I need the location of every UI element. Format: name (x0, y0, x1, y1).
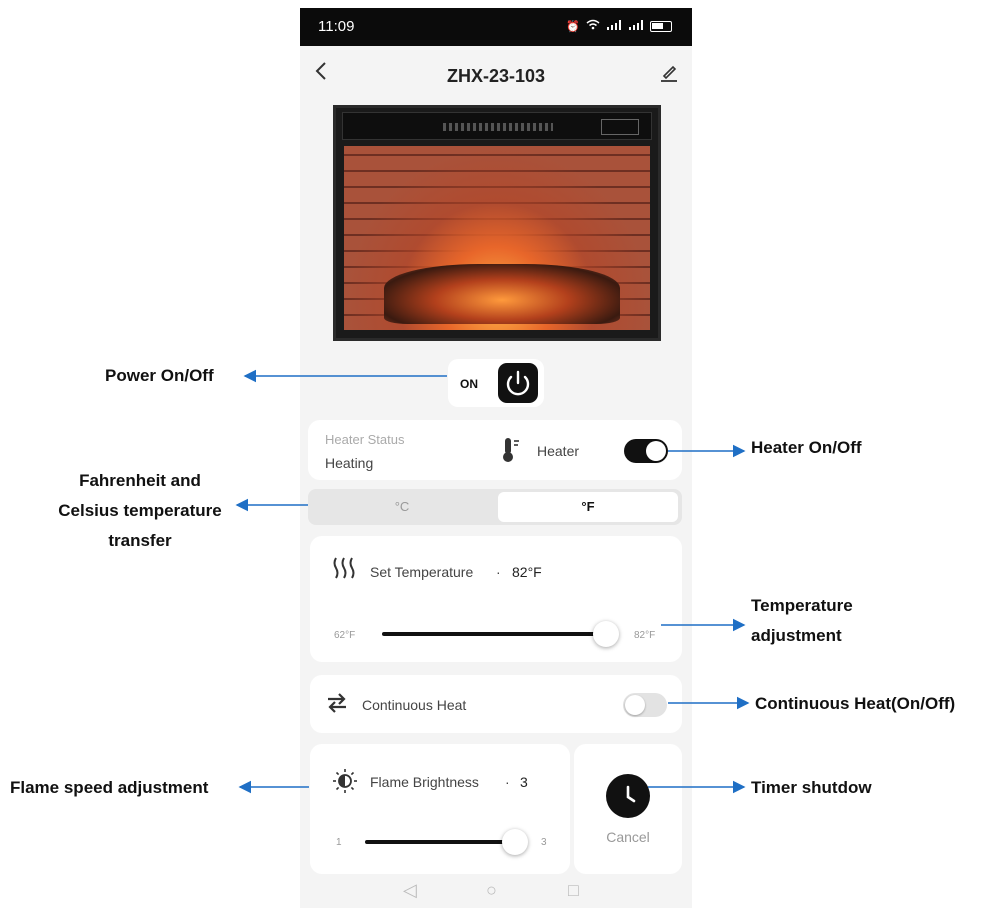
alarm-icon: ⏰ (566, 20, 580, 33)
system-recents-button[interactable]: □ (568, 880, 579, 901)
flame-slider-track[interactable] (365, 840, 515, 844)
temperature-unit-selector: °C °F (308, 489, 682, 525)
wifi-icon (586, 19, 600, 33)
fahrenheit-option[interactable]: °F (498, 492, 678, 522)
annotation-timer: Timer shutdow (751, 778, 872, 797)
system-back-button[interactable]: ◁ (403, 880, 417, 901)
flame-min-label: 1 (336, 837, 342, 848)
set-temperature-value: 82°F (512, 564, 542, 580)
power-state-label: ON (460, 377, 478, 391)
flame-brightness-value: 3 (520, 774, 528, 790)
continuous-heat-card: Continuous Heat (310, 675, 682, 733)
annotation-units-line1: Fahrenheit and (79, 471, 201, 490)
temperature-max-label: 82°F (634, 630, 656, 641)
signal-icon (606, 19, 622, 33)
timer-cancel-label[interactable]: Cancel (574, 829, 682, 845)
nav-bar: ZHX-23-103 (300, 46, 692, 106)
status-bar: 11:09 ⏰ (300, 8, 692, 46)
flame-max-label: 3 (541, 837, 547, 848)
annotation-temp-line1: Temperature (751, 596, 853, 615)
heater-status-label: Heater Status (325, 432, 405, 447)
fireplace-control-panel (342, 112, 652, 140)
timer-card: Cancel (574, 744, 682, 874)
continuous-heat-toggle[interactable] (623, 693, 667, 717)
temperature-min-label: 62°F (334, 630, 356, 641)
annotation-units-line2: Celsius temperature (58, 501, 222, 520)
set-temperature-card: Set Temperature · 82°F 62°F 82°F (310, 536, 682, 662)
fireplace-buttons (601, 119, 639, 135)
flame-brightness-card: Flame Brightness · 3 1 3 (310, 744, 570, 874)
toggle-knob (625, 695, 645, 715)
flame-brightness-label: Flame Brightness (370, 774, 479, 790)
flame-slider-thumb[interactable] (502, 829, 528, 855)
annotation-temp-line2: adjustment (751, 626, 842, 645)
power-icon (506, 370, 530, 396)
fireplace-image (333, 105, 661, 341)
status-icons: ⏰ (566, 19, 672, 33)
swap-arrows-icon (325, 691, 349, 715)
annotation-units: Fahrenheit and Celsius temperature trans… (40, 466, 240, 556)
fireplace-logs (384, 264, 620, 324)
page-title: ZHX-23-103 (446, 66, 546, 86)
celsius-option[interactable]: °C (308, 489, 496, 525)
brightness-icon (332, 768, 358, 794)
fireplace-vent (443, 123, 553, 131)
signal-icon (628, 19, 644, 33)
power-control: ON (448, 359, 544, 407)
toggle-knob (646, 441, 666, 461)
heater-label: Heater (537, 443, 580, 459)
temperature-slider-thumb[interactable] (593, 621, 619, 647)
set-temperature-label: Set Temperature (370, 564, 474, 580)
continuous-heat-label: Continuous Heat (362, 697, 467, 713)
clock-icon (626, 785, 636, 803)
system-nav-bar: ◁ ○ □ (300, 876, 692, 908)
thermometer-icon (500, 436, 522, 464)
status-time: 11:09 (318, 18, 355, 35)
separator-dot: · (496, 564, 501, 580)
timer-button[interactable] (606, 774, 650, 818)
heat-waves-icon (332, 556, 358, 580)
annotation-units-line3: transfer (108, 531, 172, 550)
heater-status-value: Heating (325, 455, 374, 471)
system-home-button[interactable]: ○ (486, 880, 497, 901)
battery-icon (650, 20, 672, 32)
fireplace-firebox (344, 146, 650, 330)
annotation-temperature: Temperature adjustment (751, 591, 853, 651)
temperature-slider-track[interactable] (382, 632, 606, 636)
phone-screen: 11:09 ⏰ ZHX-23-103 ON Heater Status Heat… (300, 8, 692, 908)
annotation-power: Power On/Off (105, 366, 214, 385)
annotation-continuous: Continuous Heat(On/Off) (755, 694, 956, 713)
heater-card: Heater Status Heating Heater (308, 420, 682, 480)
edit-pencil-icon[interactable] (660, 64, 678, 82)
annotation-flame: Flame speed adjustment (10, 778, 209, 797)
power-button[interactable] (498, 363, 538, 403)
separator-dot: · (505, 774, 510, 790)
heater-toggle[interactable] (624, 439, 668, 463)
annotation-heater: Heater On/Off (751, 438, 862, 457)
